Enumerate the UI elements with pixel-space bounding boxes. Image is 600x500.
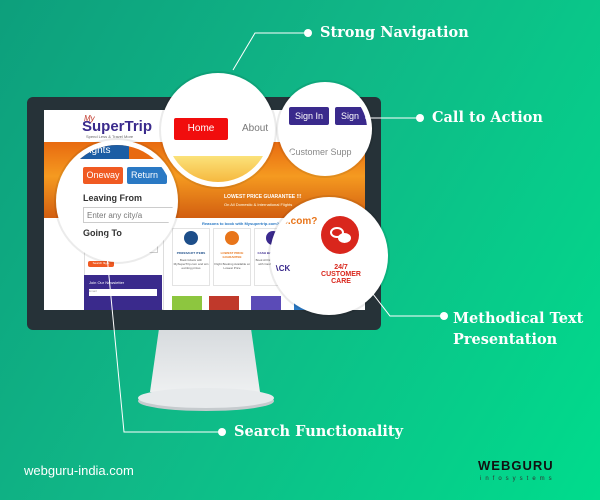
callout-text-line2: Presentation [453,331,558,348]
callout-text-line1: Methodical Text [453,310,584,327]
callout-dot [440,312,448,320]
webguru-logo-sub: infosystems [480,476,556,482]
callout-cta: Call to Action [432,109,543,126]
callout-dot [218,428,226,436]
callout-dot [416,114,424,122]
footer-website: webguru-india.com [24,463,134,478]
webguru-logo: WEBGURU [478,458,554,473]
callout-dot [304,29,312,37]
callout-navigation: Strong Navigation [320,24,469,41]
callout-search: Search Functionality [234,423,404,440]
